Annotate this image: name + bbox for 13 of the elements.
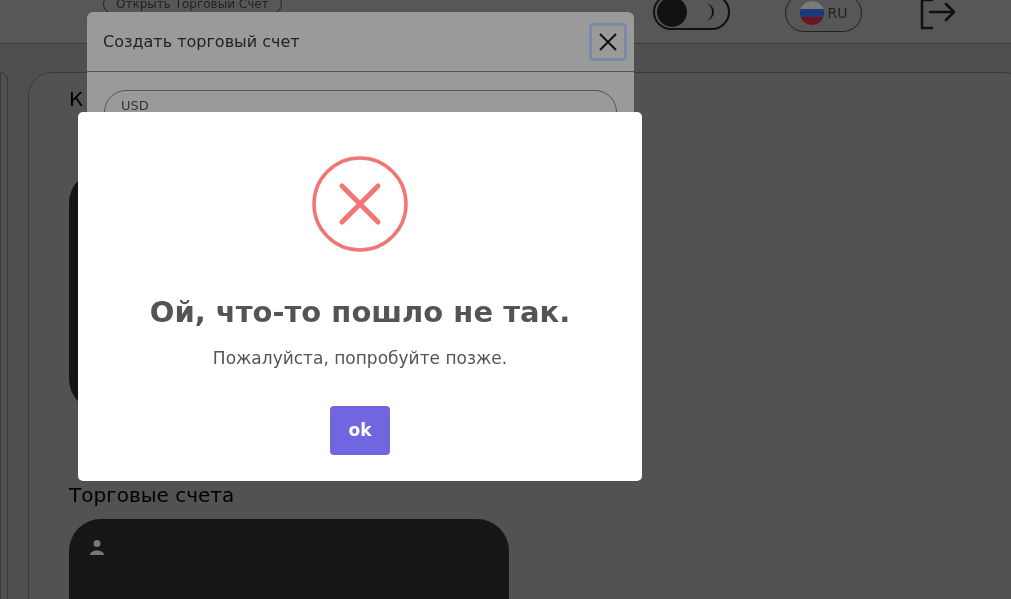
flag-icon	[799, 1, 824, 25]
dialog-title: Создать торговый счет	[103, 30, 300, 53]
theme-toggle[interactable]	[653, 0, 730, 30]
logout-icon[interactable]	[918, 0, 958, 30]
user-icon	[89, 539, 105, 555]
section-title: Торговые счета	[69, 485, 236, 505]
error-title: Ой, что-то пошло не так.	[149, 294, 571, 331]
section-heading: К	[69, 89, 84, 111]
error-icon	[312, 156, 408, 252]
ok-button[interactable]: ok	[330, 405, 390, 455]
error-message: Пожалуйста, попробуйте позже.	[212, 347, 508, 371]
close-button[interactable]	[589, 22, 627, 61]
close-icon	[599, 32, 617, 51]
